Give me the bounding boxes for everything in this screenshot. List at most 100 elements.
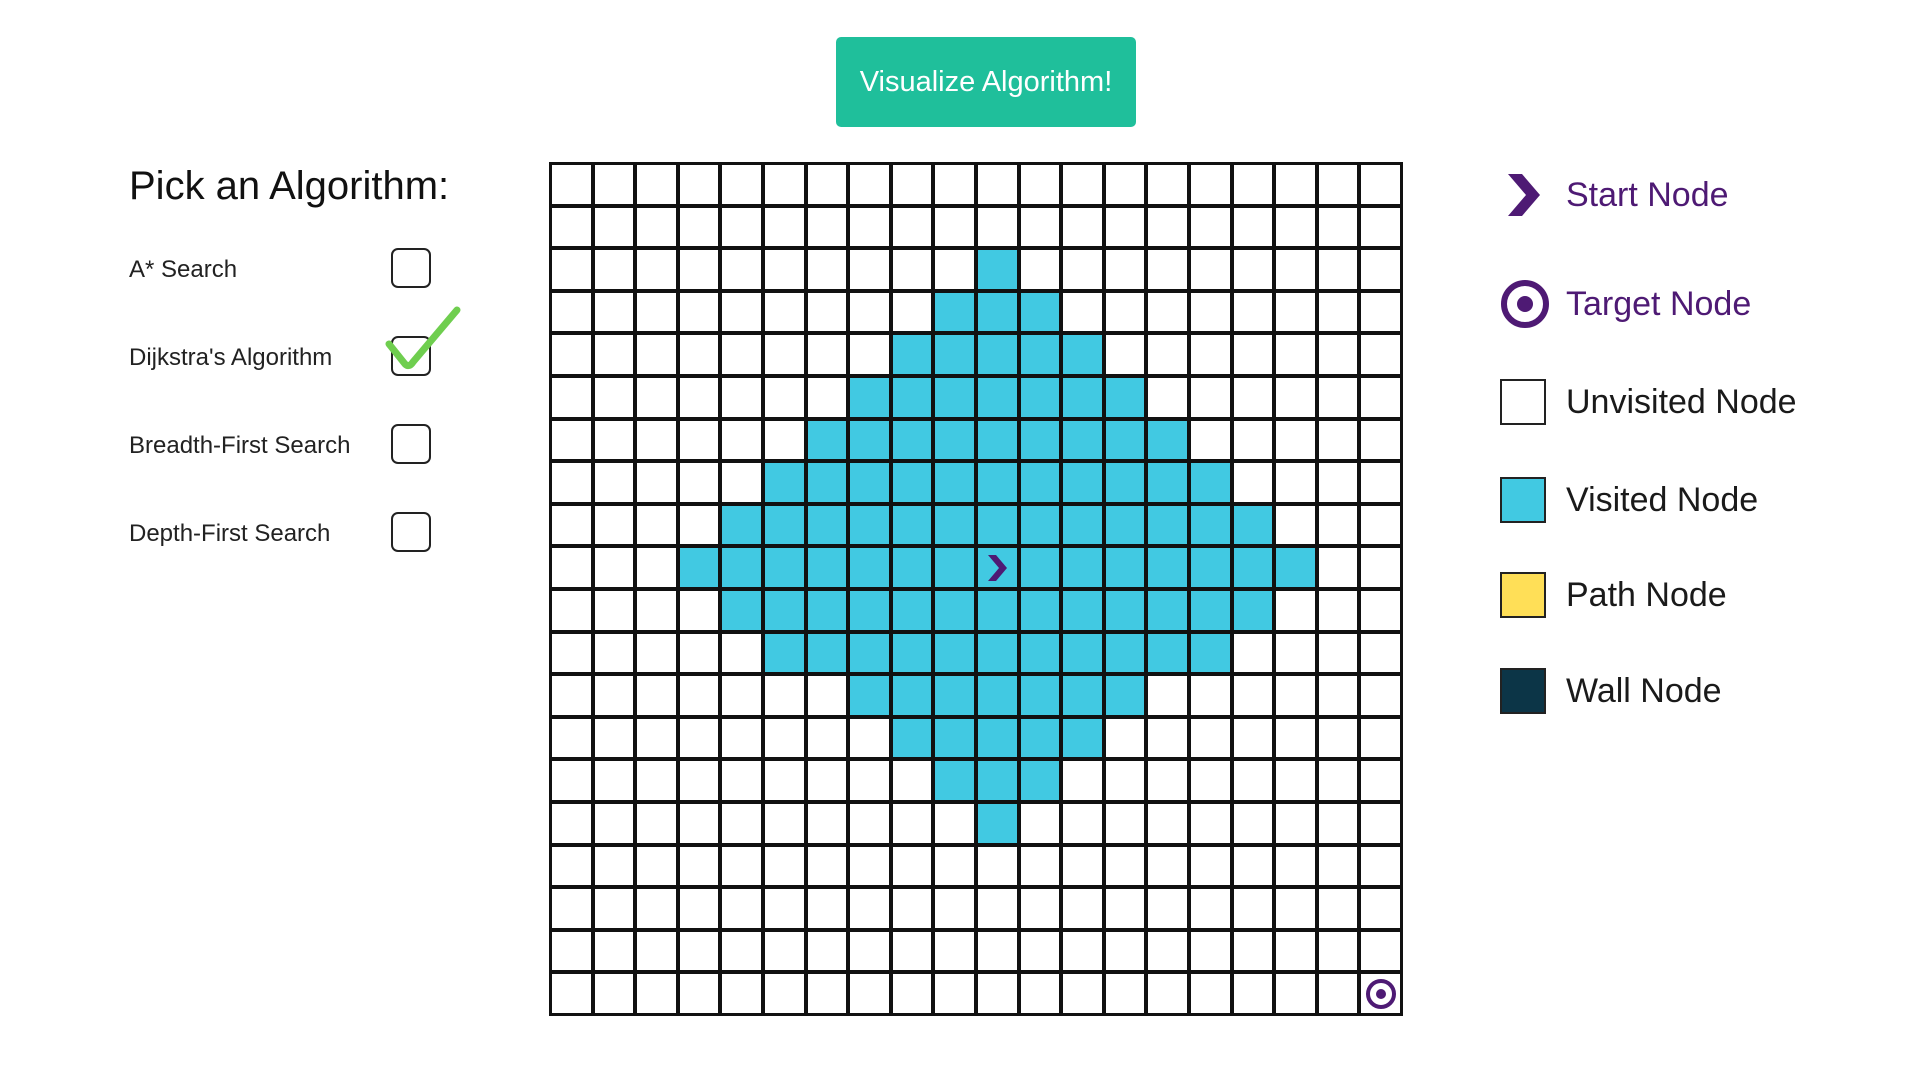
grid-cell[interactable] <box>722 250 761 289</box>
grid-cell[interactable] <box>679 761 719 800</box>
grid-cell[interactable] <box>764 761 804 800</box>
grid-cell[interactable] <box>1190 676 1230 715</box>
grid-cell[interactable] <box>1361 420 1400 460</box>
grid-cell[interactable] <box>637 463 676 502</box>
grid-cell[interactable] <box>1148 718 1187 758</box>
grid-cell[interactable] <box>1233 803 1273 843</box>
grid-cell[interactable] <box>977 931 1017 971</box>
grid-cell[interactable] <box>1276 761 1315 800</box>
grid-cell[interactable] <box>637 548 676 587</box>
grid-cell[interactable] <box>552 505 591 545</box>
grid-cell[interactable] <box>1318 889 1358 928</box>
grid-cell[interactable] <box>1276 846 1315 886</box>
grid-cell[interactable] <box>1063 761 1102 800</box>
grid-cell[interactable] <box>1190 463 1230 502</box>
grid-cell[interactable] <box>892 505 932 545</box>
grid-cell[interactable] <box>679 633 719 673</box>
algorithm-option-astar[interactable]: A* Search <box>129 248 469 336</box>
grid-cell[interactable] <box>1020 931 1060 971</box>
grid-cell[interactable] <box>1020 165 1060 204</box>
grid-cell[interactable] <box>1105 250 1145 289</box>
grid-cell[interactable] <box>1233 676 1273 715</box>
grid-cell[interactable] <box>850 292 889 332</box>
grid-cell[interactable] <box>1020 974 1060 1013</box>
grid-cell[interactable] <box>850 548 889 587</box>
grid-cell[interactable] <box>679 335 719 374</box>
grid-cell[interactable] <box>807 420 847 460</box>
grid-cell[interactable] <box>1318 633 1358 673</box>
grid-cell[interactable] <box>1190 846 1230 886</box>
grid-cell[interactable] <box>552 548 591 587</box>
grid-cell[interactable] <box>679 250 719 289</box>
grid-cell[interactable] <box>850 931 889 971</box>
algorithm-checkbox[interactable] <box>391 424 431 464</box>
grid-cell[interactable] <box>1105 931 1145 971</box>
grid-cell[interactable] <box>594 420 634 460</box>
grid-cell[interactable] <box>1276 889 1315 928</box>
grid-cell[interactable] <box>1063 931 1102 971</box>
grid-cell[interactable] <box>977 292 1017 332</box>
grid-cell[interactable] <box>1020 420 1060 460</box>
grid-cell[interactable] <box>552 377 591 417</box>
grid-cell[interactable] <box>1361 292 1400 332</box>
grid-cell[interactable] <box>637 889 676 928</box>
grid-cell[interactable] <box>1063 676 1102 715</box>
grid-cell[interactable] <box>594 590 634 630</box>
grid-cell[interactable] <box>1318 420 1358 460</box>
pathfinding-grid[interactable] <box>549 162 1403 1016</box>
grid-cell[interactable] <box>850 165 889 204</box>
grid-cell[interactable] <box>1361 803 1400 843</box>
grid-cell[interactable] <box>679 505 719 545</box>
grid-cell[interactable] <box>807 292 847 332</box>
grid-cell[interactable] <box>1063 633 1102 673</box>
grid-cell[interactable] <box>935 250 974 289</box>
grid-cell[interactable] <box>1148 377 1187 417</box>
grid-cell[interactable] <box>764 931 804 971</box>
grid-cell[interactable] <box>892 718 932 758</box>
grid-cell[interactable] <box>1105 207 1145 247</box>
grid-cell[interactable] <box>1318 335 1358 374</box>
grid-cell[interactable] <box>1276 377 1315 417</box>
grid-cell[interactable] <box>594 676 634 715</box>
grid-cell[interactable] <box>1190 590 1230 630</box>
grid-cell[interactable] <box>807 207 847 247</box>
grid-cell[interactable] <box>722 548 761 587</box>
grid-cell[interactable] <box>1361 633 1400 673</box>
grid-cell[interactable] <box>637 718 676 758</box>
start-node[interactable] <box>977 548 1017 587</box>
visualize-algorithm-button[interactable]: Visualize Algorithm! <box>836 37 1136 127</box>
grid-cell[interactable] <box>1233 207 1273 247</box>
grid-cell[interactable] <box>807 335 847 374</box>
grid-cell[interactable] <box>1063 463 1102 502</box>
grid-cell[interactable] <box>722 420 761 460</box>
grid-cell[interactable] <box>1020 335 1060 374</box>
grid-cell[interactable] <box>1148 590 1187 630</box>
grid-cell[interactable] <box>977 761 1017 800</box>
grid-cell[interactable] <box>1148 292 1187 332</box>
grid-cell[interactable] <box>1318 974 1358 1013</box>
grid-cell[interactable] <box>1276 335 1315 374</box>
grid-cell[interactable] <box>552 292 591 332</box>
grid-cell[interactable] <box>1148 761 1187 800</box>
grid-cell[interactable] <box>1276 420 1315 460</box>
grid-cell[interactable] <box>892 974 932 1013</box>
grid-cell[interactable] <box>1233 931 1273 971</box>
grid-cell[interactable] <box>850 463 889 502</box>
grid-cell[interactable] <box>807 590 847 630</box>
grid-cell[interactable] <box>892 889 932 928</box>
grid-cell[interactable] <box>807 803 847 843</box>
grid-cell[interactable] <box>1361 846 1400 886</box>
grid-cell[interactable] <box>935 463 974 502</box>
grid-cell[interactable] <box>764 207 804 247</box>
grid-cell[interactable] <box>764 165 804 204</box>
grid-cell[interactable] <box>850 761 889 800</box>
grid-cell[interactable] <box>1361 165 1400 204</box>
grid-cell[interactable] <box>807 633 847 673</box>
grid-cell[interactable] <box>722 718 761 758</box>
grid-cell[interactable] <box>892 761 932 800</box>
grid-cell[interactable] <box>552 931 591 971</box>
grid-cell[interactable] <box>807 846 847 886</box>
grid-cell[interactable] <box>594 889 634 928</box>
grid-cell[interactable] <box>1276 207 1315 247</box>
grid-cell[interactable] <box>1361 207 1400 247</box>
